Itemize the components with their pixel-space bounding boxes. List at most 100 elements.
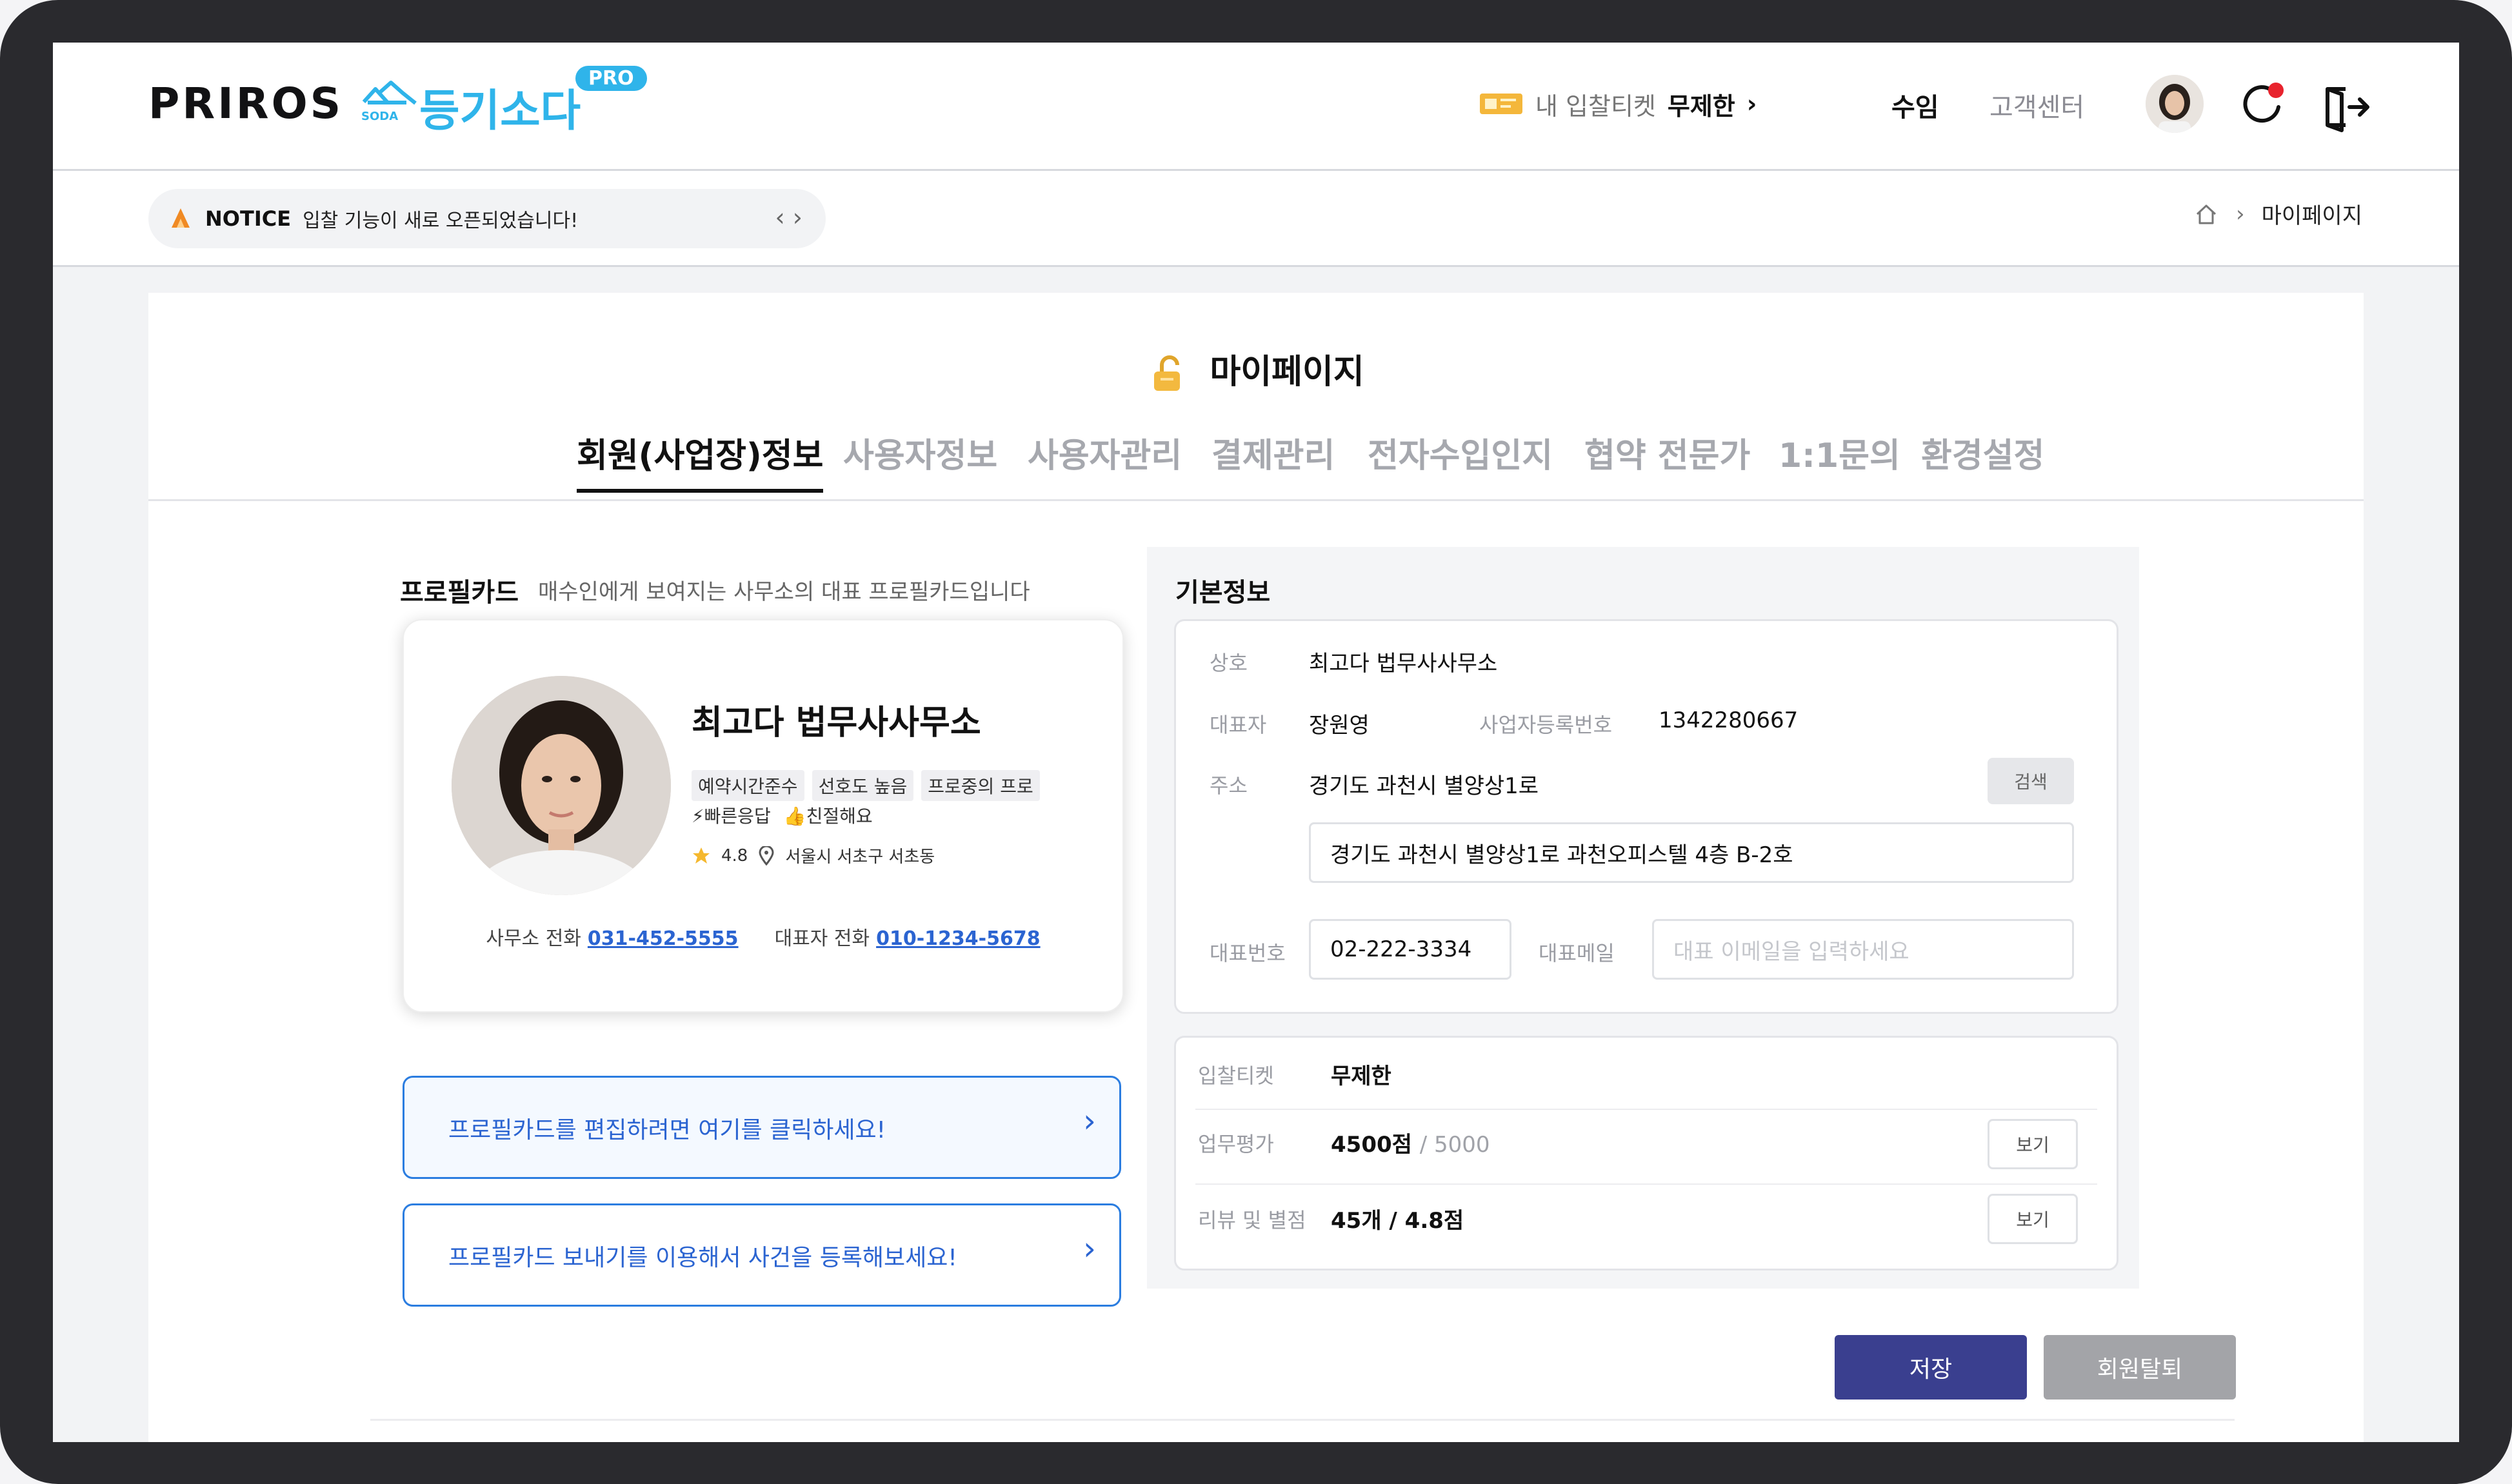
service-name: 등기소다 — [419, 86, 581, 137]
lock-icon — [1154, 355, 1181, 391]
logout-icon[interactable] — [2320, 81, 2371, 133]
megaphone-icon — [172, 208, 190, 228]
notification-icon[interactable] — [2238, 79, 2290, 130]
nav-customer-center[interactable]: 고객센터 — [1989, 86, 2084, 124]
profile-card-subtitle: 매수인에게 보여지는 사무소의 대표 프로필카드입니다 — [538, 579, 1030, 605]
screen: PRIROS SODA 등기소다 PRO 내 입찰티켓 무제한 › 수임 고객센… — [53, 43, 2459, 1442]
notice-bar: NOTICE 입찰 기능이 새로 오픈되었습니다! ‹ › › 마이페이지 — [53, 171, 2459, 267]
basic-info-title: 기본정보 — [1175, 578, 1271, 608]
phone-row: 사무소 전화 031-452-5555 대표자 전화 010-1234-5678 — [404, 922, 1122, 951]
notice-nav-arrows-icon[interactable]: ‹ › — [775, 203, 802, 232]
tag-kind: 👍친절해요 — [783, 806, 873, 827]
profile-card-title: 프로필카드 — [400, 578, 519, 608]
basic-info-form: 상호 최고다 법무사사무소 대표자 장원영 사업자등록번호 1342280667… — [1174, 619, 2118, 1014]
eval-score: 4500점 — [1331, 1132, 1412, 1158]
notice-label: NOTICE — [205, 206, 292, 231]
top-header: PRIROS SODA 등기소다 PRO 내 입찰티켓 무제한 › 수임 고객센… — [53, 43, 2459, 171]
my-ticket-link[interactable]: 내 입찰티켓 무제한 › — [1479, 88, 1757, 121]
review-view-button[interactable]: 보기 — [1988, 1194, 2078, 1244]
notice-text: 입찰 기능이 새로 오픈되었습니다! — [303, 210, 579, 232]
tab-partner-expert[interactable]: 협약 전문가 — [1584, 428, 1750, 477]
device-frame: PRIROS SODA 등기소다 PRO 내 입찰티켓 무제한 › 수임 고객센… — [0, 0, 2512, 1484]
company-value: 최고다 법무사사무소 — [1309, 651, 1498, 677]
ticket-icon — [1480, 94, 1522, 114]
review-value: 45개 / 4.8점 — [1331, 1208, 1464, 1234]
address-detail-input[interactable]: 경기도 과천시 별양상1로 과천오피스텔 4층 B-2호 — [1309, 822, 2074, 883]
page-title-text: 마이페이지 — [1210, 353, 1364, 391]
email-label: 대표메일 — [1539, 941, 1615, 965]
profile-card: 최고다 법무사사무소 예약시간준수 선호도 높음 프로중의 프로 ⚡빠른응답 👍… — [403, 619, 1124, 1013]
phone-input[interactable]: 02-222-3334 — [1309, 919, 1511, 980]
tab-inquiry[interactable]: 1:1문의 — [1779, 428, 1900, 477]
tab-user-info[interactable]: 사용자정보 — [843, 428, 997, 477]
ticket-value: 무제한 — [1667, 92, 1735, 121]
priros-logo[interactable]: PRIROS — [148, 79, 343, 128]
rep-label: 대표자 — [1210, 713, 1267, 737]
eval-value: 4500점 / 5000 — [1331, 1127, 1490, 1158]
soda-sub-text: SODA — [361, 110, 399, 123]
tab-user-management[interactable]: 사용자관리 — [1028, 428, 1182, 477]
chevron-right-icon: › — [1083, 1230, 1096, 1267]
eval-view-button[interactable]: 보기 — [1988, 1119, 2078, 1169]
rep-phone-label: 대표자 전화 — [774, 927, 870, 950]
tag-item: 프로중의 프로 — [921, 770, 1040, 801]
tag-list: 예약시간준수 선호도 높음 프로중의 프로 — [692, 770, 1040, 801]
chevron-right-icon: › — [1083, 1102, 1096, 1140]
address-value: 경기도 과천시 별양상1로 — [1309, 773, 1539, 799]
send-profile-card-link[interactable]: 프로필카드 보내기를 이용해서 사건을 등록해보세요! › — [403, 1203, 1121, 1307]
edit-profile-card-text: 프로필카드를 편집하려면 여기를 클릭하세요! — [448, 1117, 886, 1143]
chevron-right-icon: › — [1746, 90, 1757, 118]
nav-suim[interactable]: 수임 — [1891, 86, 1939, 124]
page-title: 마이페이지 — [148, 344, 2364, 395]
edit-profile-card-link[interactable]: 프로필카드를 편집하려면 여기를 클릭하세요! › — [403, 1076, 1121, 1179]
office-phone: 사무소 전화 031-452-5555 — [486, 922, 738, 951]
tag-item: 선호도 높음 — [812, 770, 914, 801]
tab-revenue-stamp[interactable]: 전자수입인지 — [1368, 428, 1553, 477]
location-pin-icon — [759, 846, 774, 866]
breadcrumb-separator-icon: › — [2235, 201, 2245, 227]
breadcrumb-current: 마이페이지 — [2261, 203, 2362, 229]
phone-label: 대표번호 — [1210, 941, 1286, 965]
avatar-portrait-icon — [2146, 75, 2204, 133]
eval-max: / 5000 — [1419, 1132, 1490, 1158]
notice-pill[interactable]: NOTICE 입찰 기능이 새로 오픈되었습니다! ‹ › — [148, 189, 826, 248]
rating-row: 4.8 서울시 서초구 서초동 — [692, 844, 935, 867]
rep-phone: 대표자 전화 010-1234-5678 — [775, 922, 1041, 951]
ticket-label: 내 입찰티켓 — [1535, 92, 1656, 121]
breadcrumb: › 마이페이지 — [2193, 198, 2362, 230]
profile-portrait-icon — [452, 676, 671, 895]
save-button[interactable]: 저장 — [1835, 1335, 2027, 1400]
profile-photo — [452, 676, 671, 895]
rep-phone-link[interactable]: 010-1234-5678 — [876, 927, 1041, 950]
location-text: 서울시 서초구 서초동 — [785, 847, 935, 867]
star-icon — [693, 847, 710, 864]
review-label: 리뷰 및 별점 — [1198, 1208, 1306, 1232]
address-search-button[interactable]: 검색 — [1988, 758, 2074, 804]
email-input[interactable]: 대표 이메일을 입력하세요 — [1652, 919, 2074, 980]
rating-value: 4.8 — [721, 846, 748, 866]
withdraw-button[interactable]: 회원탈퇴 — [2044, 1335, 2236, 1400]
pro-badge: PRO — [575, 66, 647, 91]
company-label: 상호 — [1210, 651, 1248, 675]
address-label: 주소 — [1210, 773, 1248, 798]
divider — [370, 1419, 2235, 1421]
office-name: 최고다 법무사사무소 — [692, 704, 981, 742]
mypage-card: 마이페이지 회원(사업장)정보 사용자정보 사용자관리 결제관리 전자수입인지 … — [148, 293, 2364, 1442]
stats-box: 입찰티켓 무제한 업무평가 4500점 / 5000 보기 리뷰 및 별점 45… — [1174, 1036, 2118, 1271]
send-profile-card-text: 프로필카드 보내기를 이용해서 사건을 등록해보세요! — [448, 1245, 957, 1271]
office-phone-link[interactable]: 031-452-5555 — [588, 927, 739, 950]
stats-ticket-label: 입찰티켓 — [1198, 1064, 1274, 1088]
tab-payment[interactable]: 결제관리 — [1211, 428, 1335, 477]
tab-settings[interactable]: 환경설정 — [1921, 428, 2044, 477]
bizno-value: 1342280667 — [1659, 707, 1799, 733]
home-icon[interactable] — [2193, 201, 2219, 227]
stats-ticket-value: 무제한 — [1331, 1064, 1391, 1089]
office-phone-label: 사무소 전화 — [486, 927, 581, 950]
tab-member-info[interactable]: 회원(사업장)정보 — [577, 428, 824, 493]
tag-item: 예약시간준수 — [692, 770, 804, 801]
rep-value: 장원영 — [1309, 713, 1370, 738]
tag-fast-response: ⚡빠른응답 — [692, 806, 771, 827]
user-avatar[interactable] — [2146, 75, 2204, 133]
bizno-label: 사업자등록번호 — [1479, 713, 1613, 737]
tab-bar: 회원(사업장)정보 사용자정보 사용자관리 결제관리 전자수입인지 협약 전문가… — [148, 428, 2364, 501]
